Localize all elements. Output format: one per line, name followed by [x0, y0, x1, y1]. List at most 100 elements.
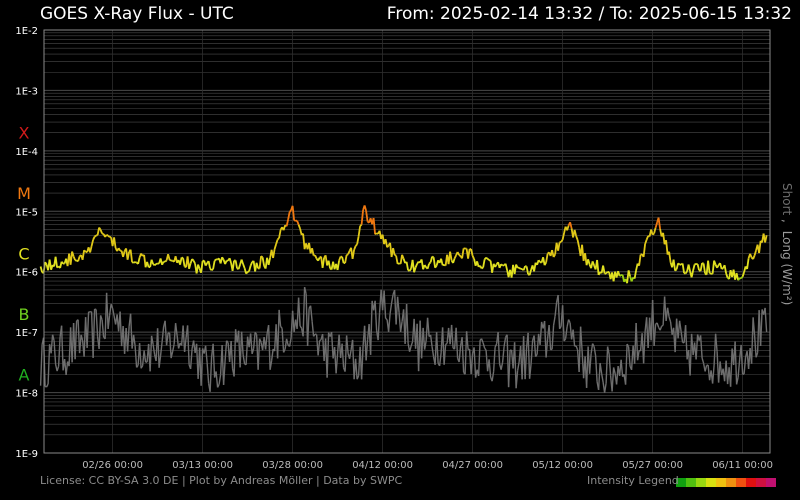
- series-segment: [153, 263, 157, 266]
- series-segment: [104, 234, 108, 238]
- x-tick-label: 04/12 00:00: [352, 460, 413, 471]
- legend-swatch: [756, 478, 766, 487]
- series-segment: [44, 261, 48, 265]
- flare-class-label: A: [19, 365, 30, 384]
- series-segment: [737, 277, 741, 281]
- xray-flux-chart: 1E-2 1E-3 1E-4 1E-5 1E-6 1E-7 1E-8 1E-9 02/26 0…: [15, 26, 794, 487]
- series-segment: [319, 339, 322, 342]
- series-segment: [485, 256, 489, 260]
- flare-class-label: B: [19, 305, 30, 324]
- series-segment: [181, 256, 184, 259]
- x-tick-label: 03/13 00:00: [172, 460, 233, 471]
- series-segment: [293, 219, 296, 222]
- date-range: From: 2025-02-14 13:32 / To: 2025-06-15 …: [386, 4, 792, 24]
- series-segment: [684, 270, 688, 275]
- y-tick-label: 1E-5: [15, 207, 38, 218]
- y-tick-label: 1E-7: [15, 328, 38, 339]
- license-text: License: CC BY-SA 3.0 DE | Plot by Andre…: [40, 474, 403, 487]
- flare-class-label: C: [18, 245, 29, 264]
- series-segment: [94, 234, 97, 238]
- series-segment: [191, 258, 195, 262]
- series-segment: [397, 262, 400, 265]
- y-tick-label: 1E-9: [15, 449, 38, 460]
- series-segment: [39, 266, 43, 273]
- y-tick-label: 1E-2: [15, 26, 38, 37]
- series-segment: [408, 268, 412, 272]
- y-tick-label: 1E-4: [15, 147, 38, 158]
- series-segment: [288, 209, 292, 213]
- y-axis-label-sep: ,: [780, 219, 794, 223]
- series-segment: [559, 241, 562, 244]
- series-segment: [39, 344, 43, 386]
- series-segment: [434, 265, 438, 269]
- series-segment: [164, 259, 168, 263]
- series-segment: [518, 266, 522, 270]
- x-tick-label: 05/12 00:00: [532, 460, 593, 471]
- series-segment: [560, 239, 564, 243]
- series-segment: [106, 234, 109, 237]
- series-segment: [721, 267, 724, 270]
- series-segment: [488, 259, 492, 262]
- series-segment: [605, 271, 609, 275]
- y-tick-label: 1E-3: [15, 86, 38, 97]
- flare-class-label: X: [19, 124, 30, 143]
- series-segment: [346, 253, 349, 256]
- chart-title: GOES X-Ray Flux - UTC: [40, 4, 234, 24]
- y-axis-label-long: Long (W/m²): [780, 231, 794, 306]
- x-tick-label: 03/28 00:00: [262, 460, 323, 471]
- series-segment: [354, 243, 358, 247]
- series-segment: [60, 261, 64, 265]
- legend-swatch: [716, 478, 726, 487]
- legend-swatch: [746, 478, 756, 487]
- series-segment: [134, 261, 137, 264]
- x-tick-label: 02/26 00:00: [82, 460, 143, 471]
- x-tick-labels: 02/26 00:00 03/13 00:00 03/28 00:00 04/12 0…: [82, 460, 773, 471]
- series-segment: [709, 272, 712, 275]
- series-segment: [550, 348, 553, 351]
- series-segment: [661, 324, 664, 327]
- x-tick-label: 05/27 00:00: [622, 460, 683, 471]
- series-segment: [98, 227, 102, 231]
- series-segment: [428, 261, 432, 265]
- y-axis-label: Short , Long (W/m²): [780, 183, 794, 305]
- series-segment: [481, 266, 484, 270]
- series-segment: [211, 268, 214, 272]
- x-tick-label: 04/27 00:00: [442, 460, 503, 471]
- series-segment: [169, 259, 172, 262]
- series-segment: [674, 268, 678, 272]
- series-segment: [537, 259, 541, 263]
- series-segment: [107, 235, 111, 238]
- series-segment: [740, 276, 744, 279]
- series-segment: [619, 274, 622, 277]
- series-segment: [445, 342, 448, 345]
- series-segment: [677, 262, 681, 266]
- series-segment: [431, 255, 434, 259]
- series-segment: [247, 270, 250, 273]
- y-axis-label-short: Short: [780, 183, 794, 215]
- y-tick-label: 1E-6: [15, 268, 38, 279]
- legend-swatch: [706, 478, 716, 487]
- series-segment: [500, 263, 504, 267]
- series-segment: [487, 258, 490, 261]
- y-tick-labels: 1E-2 1E-3 1E-4 1E-5 1E-6 1E-7 1E-8 1E-9: [15, 26, 38, 460]
- legend-swatch: [696, 478, 706, 487]
- legend-swatch: [726, 478, 736, 487]
- series-segment: [394, 254, 397, 257]
- series-segment: [101, 232, 104, 235]
- y-tick-label: 1E-8: [15, 389, 38, 400]
- intensity-legend: [676, 478, 776, 487]
- series-segment: [359, 223, 363, 227]
- series-segment: [276, 237, 280, 241]
- intensity-legend-label: Intensity Legend: [587, 474, 679, 487]
- series-segment: [423, 264, 427, 268]
- flare-class-label: M: [17, 184, 31, 203]
- legend-swatch: [736, 478, 746, 487]
- series-segment: [386, 244, 390, 248]
- series-segment: [652, 232, 655, 236]
- series-segment: [694, 262, 697, 266]
- legend-swatch: [686, 478, 696, 487]
- series-segment: [458, 254, 462, 257]
- series-segment: [83, 249, 87, 253]
- series-segment: [245, 271, 249, 275]
- legend-swatch: [766, 478, 776, 487]
